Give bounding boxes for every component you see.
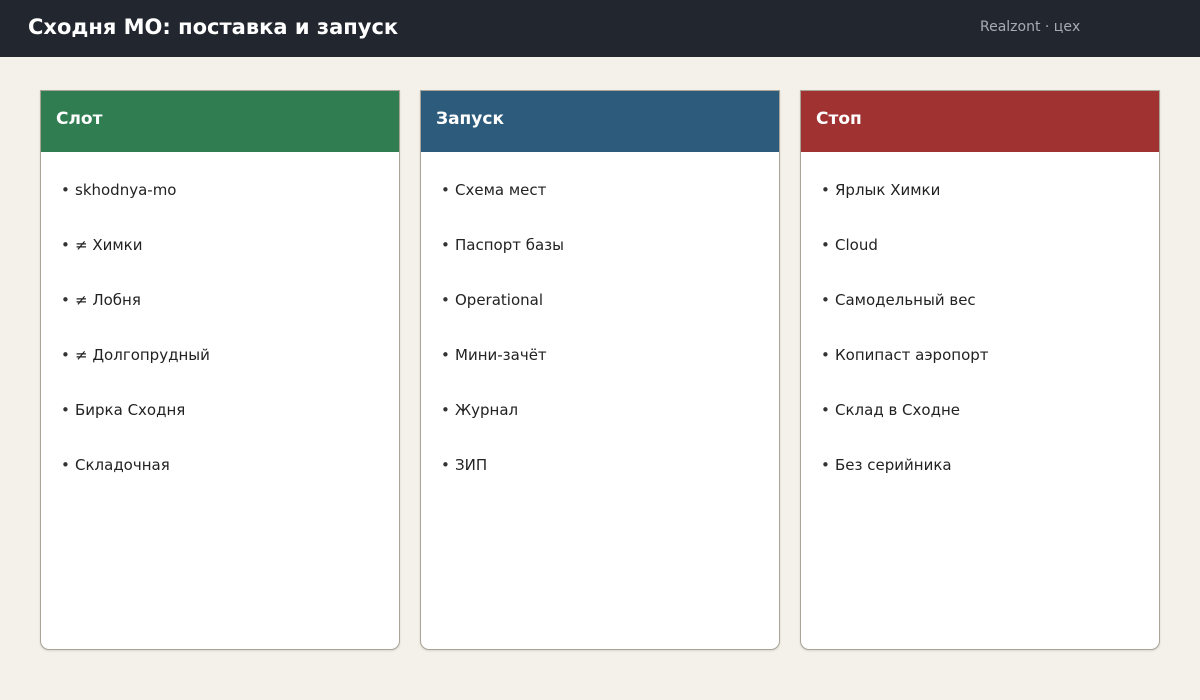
list-item: • Копипаст аэропорт [821, 345, 1159, 400]
bullet-icon: • [821, 456, 830, 474]
list-item: • Склад в Сходне [821, 400, 1159, 455]
bullet-icon: • [61, 236, 70, 254]
bullet-icon: • [441, 346, 450, 364]
list-item-label: ЗИП [455, 456, 488, 474]
list-item: • Бирка Сходня [61, 400, 399, 455]
bullet-icon: • [441, 456, 450, 474]
list-item-label: Бирка Сходня [75, 401, 186, 419]
list-item-label: Без серийника [835, 456, 952, 474]
list-item: • ЗИП [441, 455, 779, 510]
panel-header: Стоп [801, 91, 1159, 152]
panel-header: Запуск [421, 91, 779, 152]
page-title: Сходня МО: поставка и запуск [28, 15, 399, 39]
list-item: • Operational [441, 290, 779, 345]
bullet-icon: • [61, 346, 70, 364]
list-item: • Без серийника [821, 455, 1159, 510]
list-item-label: Копипаст аэропорт [835, 346, 989, 364]
bullet-icon: • [821, 236, 830, 254]
bullet-icon: • [441, 401, 450, 419]
list-item-label: Схема мест [455, 181, 547, 199]
list-item-label: ≠ Химки [75, 236, 143, 254]
list-item-label: Operational [455, 291, 544, 309]
list-item-label: Cloud [835, 236, 878, 254]
list-item-label: ≠ Долгопрудный [75, 346, 210, 364]
panel-list: • skhodnya-mo • ≠ Химки • ≠ Лобня • ≠ Долгоп… [41, 152, 399, 510]
list-item-label: Складочная [75, 456, 170, 474]
list-item: • Складочная [61, 455, 399, 510]
panel-header: Слот [41, 91, 399, 152]
bullet-icon: • [821, 346, 830, 364]
list-item: • ≠ Химки [61, 235, 399, 290]
list-item-label: Ярлык Химки [835, 181, 941, 199]
bullet-icon: • [61, 456, 70, 474]
list-item: • Самодельный вес [821, 290, 1159, 345]
list-item-label: Мини-зачёт [455, 346, 547, 364]
panel-list: • Ярлык Химки • Cloud • Самодельный вес • Ко… [801, 152, 1159, 510]
list-item-label: skhodnya-mo [75, 181, 177, 199]
bullet-icon: • [61, 181, 70, 199]
bullet-icon: • [61, 401, 70, 419]
list-item: • skhodnya-mo [61, 180, 399, 235]
list-item: • Схема мест [441, 180, 779, 235]
bullet-icon: • [441, 236, 450, 254]
list-item-label: ≠ Лобня [75, 291, 141, 309]
list-item: • Мини-зачёт [441, 345, 779, 400]
bullet-icon: • [821, 181, 830, 199]
list-item-label: Журнал [455, 401, 519, 419]
list-item: • ≠ Лобня [61, 290, 399, 345]
bullet-icon: • [61, 291, 70, 309]
panel-stop: Стоп • Ярлык Химки • Cloud • Самодельный ве… [800, 90, 1160, 650]
list-item: • Ярлык Химки [821, 180, 1159, 235]
list-item-label: Паспорт базы [455, 236, 564, 254]
panel-launch: Запуск • Схема мест • Паспорт базы • Operat… [420, 90, 780, 650]
top-bar: Сходня МО: поставка и запуск Realzont · … [0, 0, 1200, 57]
list-item: • Журнал [441, 400, 779, 455]
brand-label: Realzont · цех [980, 19, 1081, 35]
bullet-icon: • [821, 401, 830, 419]
bullet-icon: • [441, 181, 450, 199]
panel-list: • Схема мест • Паспорт базы • Operational •… [421, 152, 779, 510]
list-item-label: Самодельный вес [835, 291, 976, 309]
list-item: • ≠ Долгопрудный [61, 345, 399, 400]
bullet-icon: • [821, 291, 830, 309]
list-item-label: Склад в Сходне [835, 401, 960, 419]
panel-slot: Слот • skhodnya-mo • ≠ Химки • ≠ Лобня • ≠ Д… [40, 90, 400, 650]
bullet-icon: • [441, 291, 450, 309]
list-item: • Паспорт базы [441, 235, 779, 290]
list-item: • Cloud [821, 235, 1159, 290]
